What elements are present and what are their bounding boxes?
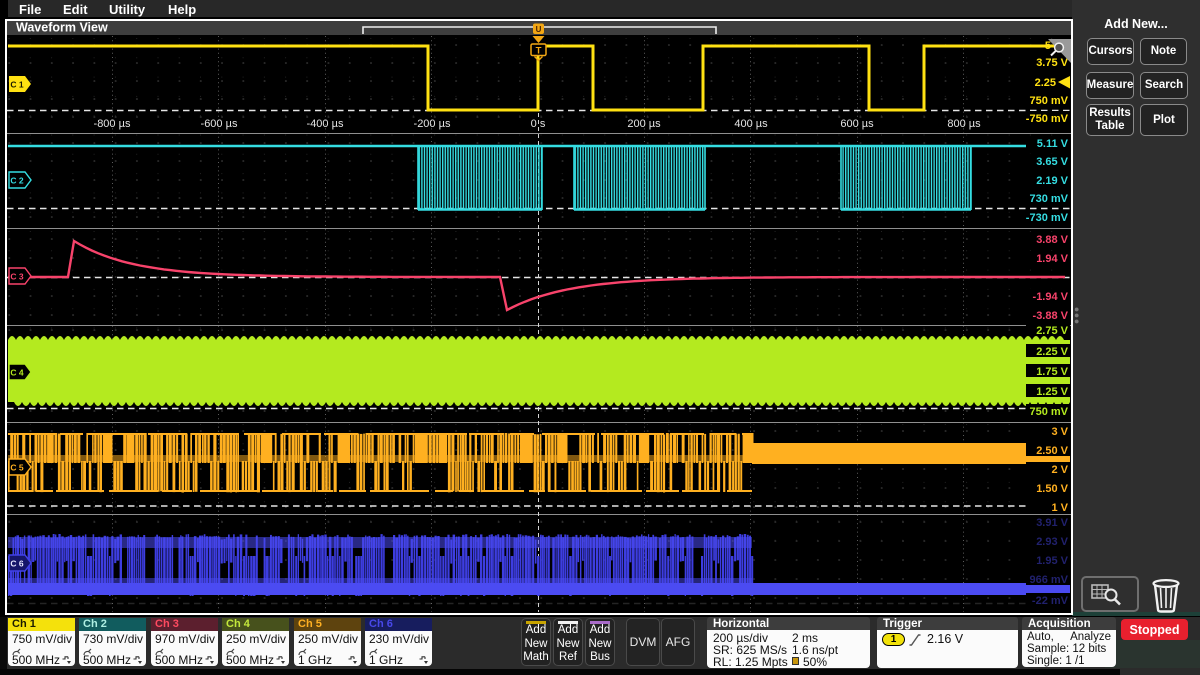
svg-text:400 µs: 400 µs [734, 118, 768, 130]
svg-text:3.91 V: 3.91 V [1036, 517, 1068, 529]
svg-text:-3.88 V: -3.88 V [1033, 310, 1069, 322]
svg-text:3.65 V: 3.65 V [1036, 156, 1068, 168]
svg-text:200 µs: 200 µs [627, 118, 661, 130]
svg-text:-22 mV: -22 mV [1032, 595, 1069, 607]
svg-text:-750 mV: -750 mV [1026, 113, 1069, 125]
svg-text:T: T [536, 46, 542, 57]
svg-text:Waveform View: Waveform View [16, 21, 108, 35]
svg-text:1 V: 1 V [1051, 502, 1068, 514]
svg-text:600 µs: 600 µs [840, 118, 874, 130]
svg-text:C 6: C 6 [10, 559, 24, 569]
svg-text:5.11 V: 5.11 V [1037, 138, 1069, 150]
svg-text:2.25 V: 2.25 V [1036, 346, 1068, 358]
svg-text:-400 µs: -400 µs [307, 118, 344, 130]
svg-text:800 µs: 800 µs [947, 118, 981, 130]
svg-text:C 4: C 4 [10, 368, 24, 378]
svg-text:2.93 V: 2.93 V [1036, 536, 1068, 548]
svg-text:U: U [536, 25, 542, 34]
svg-text:966 mV: 966 mV [1029, 574, 1068, 586]
svg-text:C 2: C 2 [10, 176, 24, 186]
svg-text:1.94 V: 1.94 V [1036, 253, 1068, 265]
svg-text:-200 µs: -200 µs [414, 118, 451, 130]
svg-text:3 V: 3 V [1051, 426, 1068, 438]
svg-text:1.75 V: 1.75 V [1036, 366, 1068, 378]
svg-text:2 V: 2 V [1051, 464, 1068, 476]
svg-text:2.75 V: 2.75 V [1036, 325, 1068, 337]
svg-text:2.19 V: 2.19 V [1036, 175, 1068, 187]
svg-text:750 mV: 750 mV [1029, 406, 1068, 418]
svg-text:1.50 V: 1.50 V [1036, 483, 1068, 495]
svg-text:5: 5 [1045, 40, 1051, 52]
svg-text:1.95 V: 1.95 V [1036, 555, 1068, 567]
svg-text:-1.94 V: -1.94 V [1033, 291, 1069, 303]
svg-text:3.75 V: 3.75 V [1036, 57, 1068, 69]
svg-text:3.88 V: 3.88 V [1036, 234, 1068, 246]
svg-text:-800 µs: -800 µs [94, 118, 131, 130]
svg-text:C 1: C 1 [10, 80, 24, 90]
svg-text:2.50 V: 2.50 V [1036, 445, 1068, 457]
svg-text:C 5: C 5 [10, 463, 24, 473]
svg-text:750 mV: 750 mV [1029, 95, 1068, 107]
svg-text:-600 µs: -600 µs [201, 118, 238, 130]
svg-text:C 3: C 3 [10, 272, 24, 282]
svg-text:730 mV: 730 mV [1029, 193, 1068, 205]
svg-text:0 s: 0 s [531, 118, 546, 130]
svg-text:-730 mV: -730 mV [1026, 212, 1069, 224]
svg-text:2.25: 2.25 [1035, 77, 1056, 89]
svg-text:1.25 V: 1.25 V [1036, 386, 1068, 398]
